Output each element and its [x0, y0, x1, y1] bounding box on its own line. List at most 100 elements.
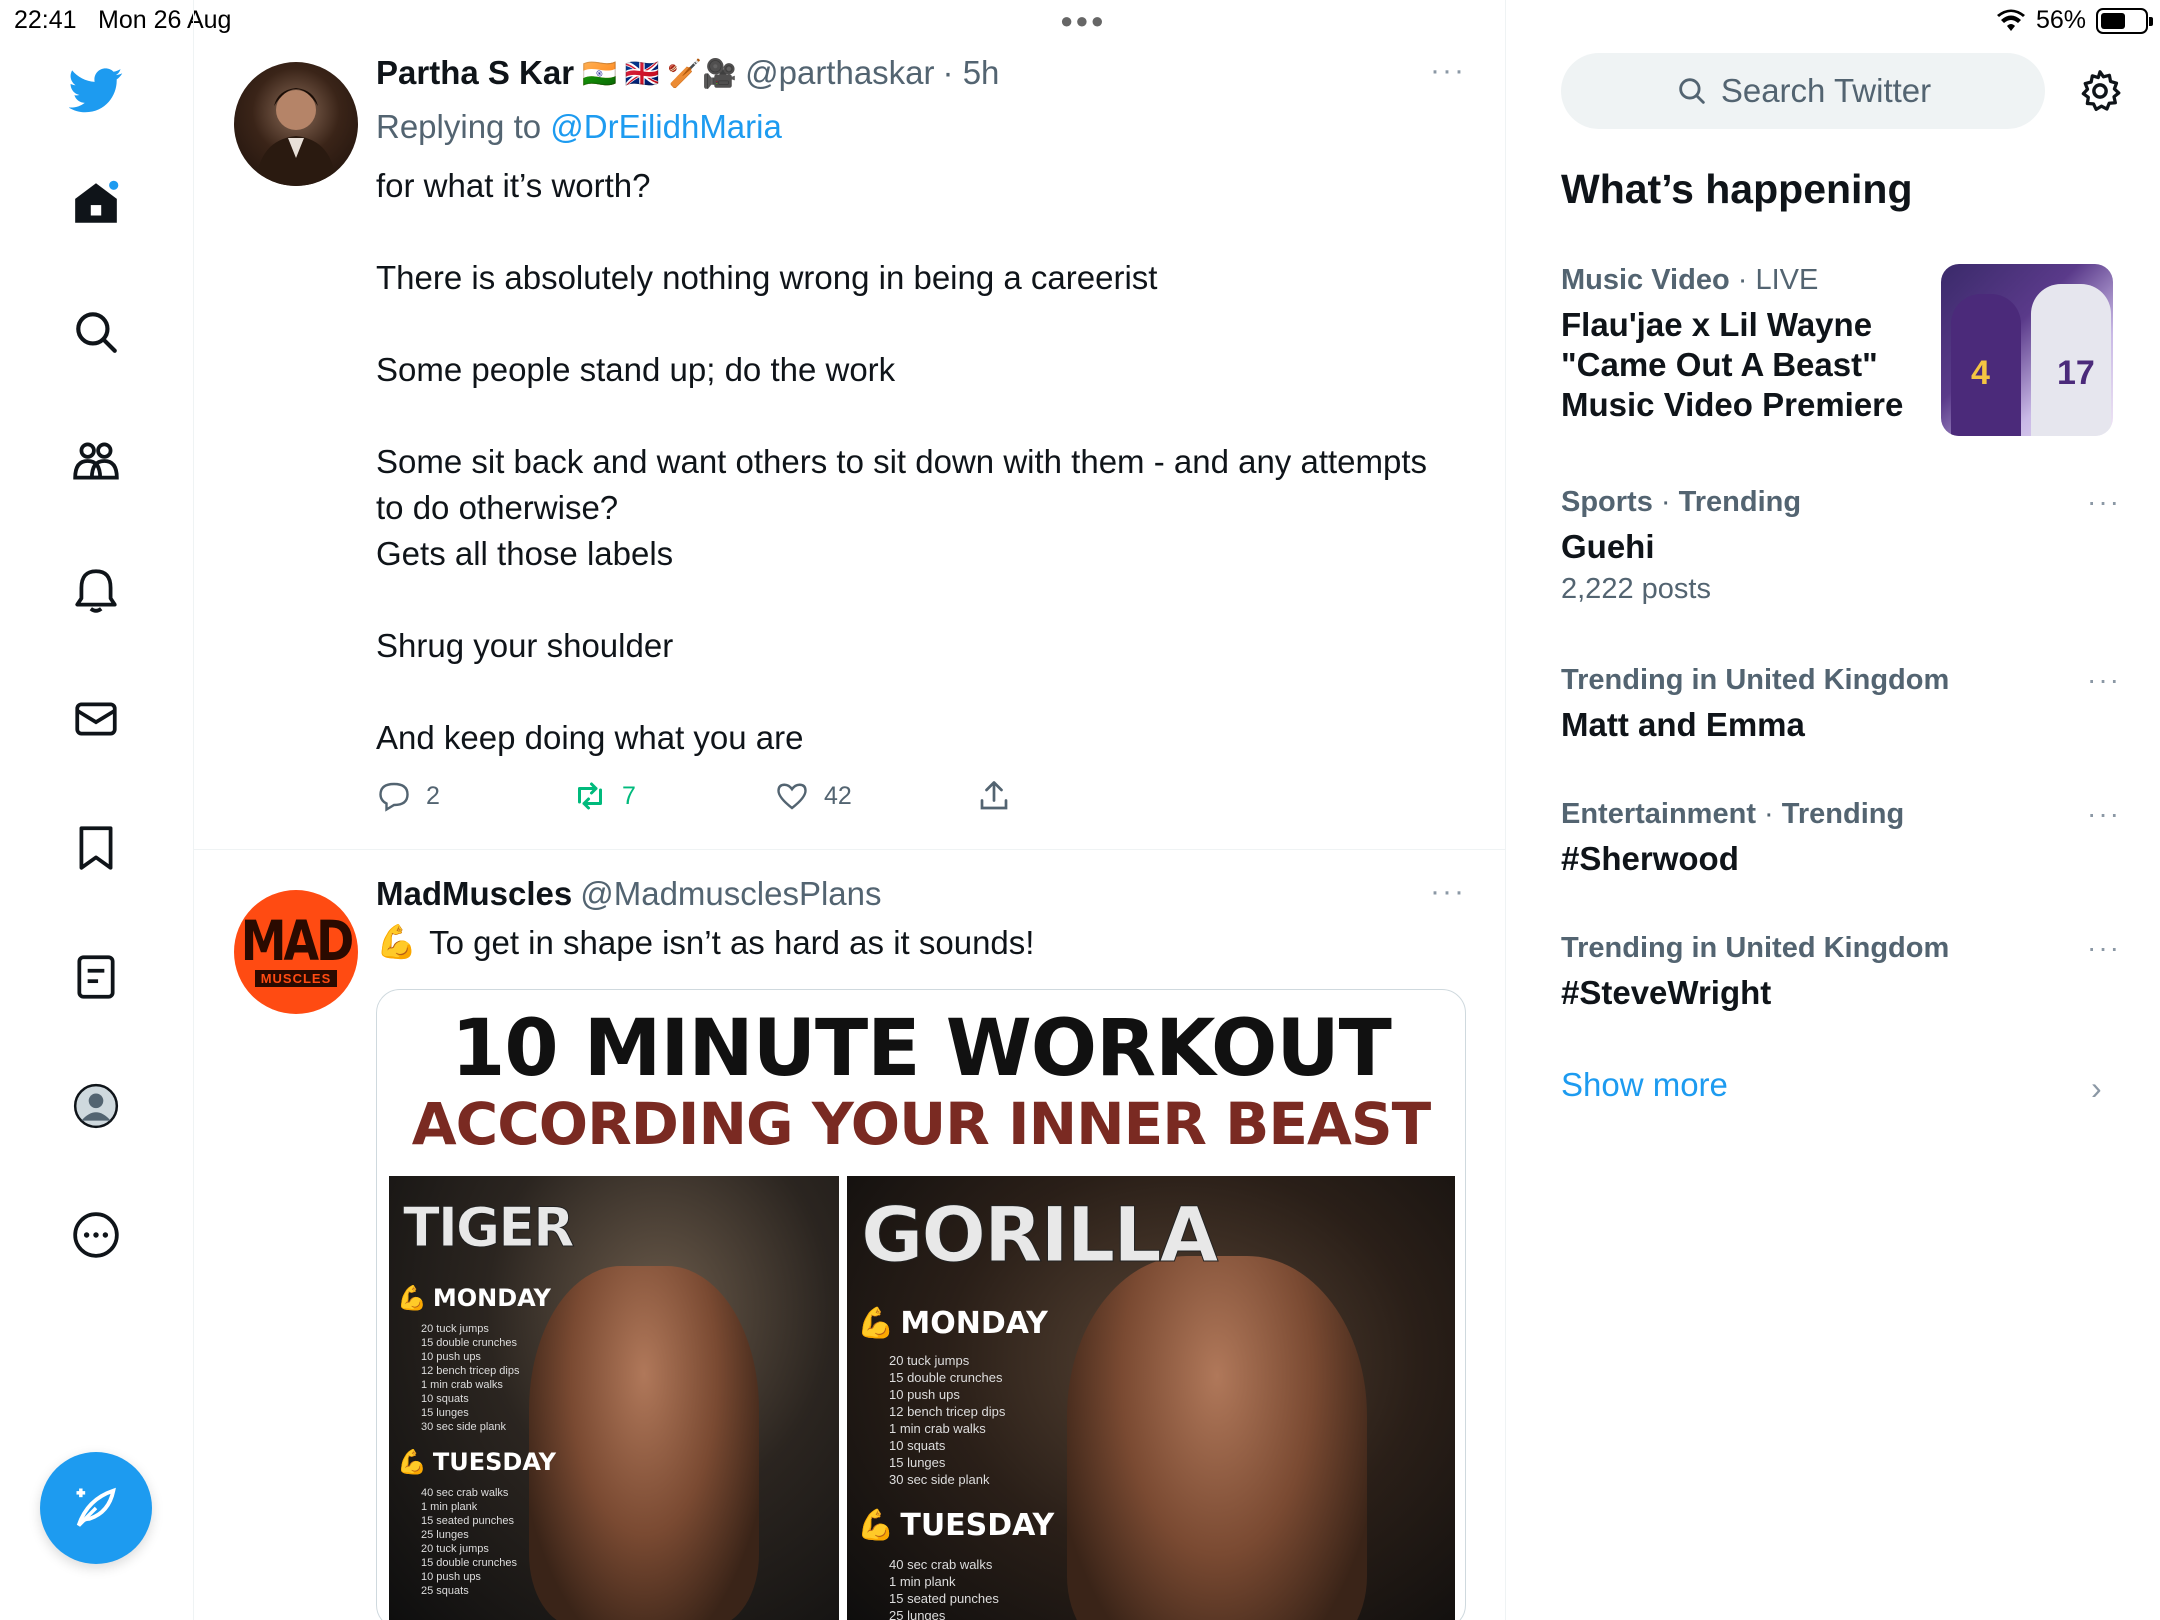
lists-icon[interactable]: [63, 944, 129, 1010]
author-flags: 🇮🇳 🇬🇧 🏏🎥: [582, 57, 738, 89]
trend-more-button[interactable]: ···: [2087, 486, 2121, 518]
search-input[interactable]: Search Twitter: [1561, 53, 2045, 129]
retweet-button[interactable]: 7: [572, 778, 636, 814]
trend-category: Trending in United Kingdom: [1561, 932, 1950, 964]
tweet-header: MadMuscles @MadmusclesPlans: [376, 875, 882, 913]
tweet-paragraph: There is absolutely nothing wrong in bei…: [376, 259, 1158, 296]
like-button[interactable]: 42: [774, 778, 852, 814]
exercise-item: 1 min plank: [889, 1574, 956, 1589]
show-more-link[interactable]: Show more: [1561, 1066, 1728, 1104]
tweet[interactable]: Partha S Kar 🇮🇳 🇬🇧 🏏🎥 @parthaskar · 5h ·…: [194, 40, 1505, 850]
trend-category: Sports: [1561, 486, 1653, 518]
exercise-item: 15 double crunches: [421, 1557, 518, 1569]
exercise-item: 15 double crunches: [889, 1370, 1003, 1385]
exercise-item: 20 tuck jumps: [421, 1323, 489, 1335]
tweet-media-image[interactable]: 10 MINUTE WORKOUT ACCORDING YOUR INNER B…: [376, 989, 1466, 1620]
replying-to: Replying to @DrEilidhMaria: [376, 108, 782, 146]
messages-envelope-icon[interactable]: [63, 686, 129, 752]
trend-item[interactable]: Trending in United Kingdom Matt and Emma…: [1561, 664, 2121, 745]
gorilla-panel: GORILLA 💪 MONDAY 20 tuck jumps 15 double …: [847, 1176, 1455, 1620]
exercise-item: 15 seated punches: [889, 1591, 999, 1606]
exercise-item: 10 push ups: [421, 1571, 481, 1583]
author-name[interactable]: MadMuscles: [376, 875, 572, 913]
tweet-text: for what it’s worth? There is absolutely…: [376, 163, 1436, 807]
search-icon[interactable]: [63, 299, 129, 365]
trend-more-button[interactable]: ···: [2087, 932, 2121, 964]
trend-name: Matt and Emma: [1561, 706, 1805, 743]
trend-item[interactable]: Entertainment · Trending #Sherwood ···: [1561, 798, 2121, 879]
trend-context: Trending: [1781, 798, 1905, 830]
exercise-item: 15 lunges: [421, 1407, 469, 1419]
exercise-list: 20 tuck jumps 15 double crunches 10 push…: [421, 1322, 519, 1434]
compose-feather-icon: [76, 1487, 116, 1527]
tweet-time[interactable]: · 5h: [943, 54, 1000, 92]
tiger-panel: TIGER 💪 MONDAY 20 tuck jumps 15 double cr…: [389, 1176, 839, 1620]
exercise-item: 15 seated punches: [421, 1515, 514, 1527]
tweet-more-button[interactable]: ···: [1430, 54, 1466, 88]
jersey-number: 17: [2057, 354, 2095, 392]
exercise-item: 10 push ups: [889, 1387, 960, 1402]
replying-to-link[interactable]: @DrEilidhMaria: [550, 108, 782, 145]
exercise-item: 1 min plank: [421, 1501, 478, 1513]
tweet-more-button[interactable]: ···: [1430, 875, 1466, 909]
trend-context: Trending: [1678, 486, 1802, 518]
trend-more-button[interactable]: ···: [2087, 664, 2121, 696]
share-button[interactable]: [976, 778, 1012, 814]
trend-separator: ·: [1729, 264, 1756, 296]
media-subheadline: ACCORDING YOUR INNER BEAST: [411, 1090, 1431, 1158]
profile-avatar-icon[interactable]: [63, 1073, 129, 1139]
trend-item[interactable]: Trending in United Kingdom #SteveWright …: [1561, 932, 2121, 1013]
trend-item[interactable]: Music Video · LIVE Flau'jae x Lil Wayne …: [1561, 264, 1941, 425]
tweet-text-content: To get in shape isn’t as hard as it soun…: [429, 923, 1035, 961]
tweet-paragraph: Shrug your shoulder: [376, 627, 674, 664]
bicep-icon: 💪: [397, 1448, 427, 1476]
home-icon[interactable]: [63, 170, 129, 236]
compose-tweet-button[interactable]: [40, 1452, 152, 1564]
replying-prefix: Replying to: [376, 108, 542, 145]
tweet[interactable]: MAD MUSCLES MadMuscles @MadmusclesPlans …: [194, 851, 1505, 1620]
jersey-number: 4: [1971, 354, 1990, 392]
tweet-header: Partha S Kar 🇮🇳 🇬🇧 🏏🎥 @parthaskar · 5h: [376, 54, 999, 92]
trend-category: Entertainment: [1561, 798, 1756, 830]
timeline: Partha S Kar 🇮🇳 🇬🇧 🏏🎥 @parthaskar · 5h ·…: [194, 0, 1506, 1620]
author-name[interactable]: Partha S Kar: [376, 54, 574, 92]
tweet-paragraph: And keep doing what you are: [376, 719, 804, 756]
reply-button[interactable]: 2: [376, 778, 440, 814]
author-handle[interactable]: @MadmusclesPlans: [580, 875, 881, 913]
notifications-bell-icon[interactable]: [63, 557, 129, 623]
trend-more-button[interactable]: ···: [2087, 798, 2121, 830]
like-count: 42: [824, 781, 852, 810]
exercise-list: 20 tuck jumps 15 double crunches 10 push…: [889, 1352, 1005, 1488]
trend-meta: Trending in United Kingdom: [1561, 664, 2121, 697]
more-options-icon[interactable]: [63, 1202, 129, 1268]
trend-name: #SteveWright: [1561, 974, 1772, 1011]
whats-happening-title: What’s happening: [1561, 166, 1913, 212]
exercise-list: 40 sec crab walks 1 min plank 15 seated …: [889, 1556, 999, 1620]
reply-count: 2: [426, 781, 440, 810]
trend-meta: Sports · Trending: [1561, 486, 2121, 519]
trend-separator: ·: [1652, 486, 1679, 518]
trend-item[interactable]: Sports · Trending Guehi 2,222 posts ···: [1561, 486, 2121, 606]
trend-category: Trending in United Kingdom: [1561, 664, 1950, 696]
trend-name: Guehi: [1561, 528, 1655, 565]
bicep-icon: 💪: [857, 1508, 895, 1543]
trend-separator: ·: [1755, 798, 1782, 830]
author-handle[interactable]: @parthaskar: [745, 54, 934, 92]
trend-thumbnail[interactable]: 4 17: [1941, 264, 2113, 436]
exercise-item: 40 sec crab walks: [421, 1487, 509, 1499]
chevron-right-icon[interactable]: ›: [2091, 1070, 2102, 1107]
exercise-item: 20 tuck jumps: [421, 1543, 489, 1555]
exercise-item: 10 push ups: [421, 1351, 481, 1363]
bookmarks-icon[interactable]: [63, 815, 129, 881]
avatar-portrait: [256, 88, 336, 186]
avatar[interactable]: [234, 62, 358, 186]
bicep-icon: 💪: [857, 1306, 895, 1341]
twitter-logo-icon[interactable]: [63, 57, 129, 123]
settings-gear-icon[interactable]: [2077, 68, 2123, 114]
reply-icon: [379, 782, 409, 812]
communities-icon[interactable]: [63, 428, 129, 494]
heart-icon: [777, 783, 807, 810]
avatar[interactable]: MAD MUSCLES: [234, 890, 358, 1014]
exercise-list: 40 sec crab walks 1 min plank 15 seated …: [421, 1486, 517, 1598]
panel-day-label: TUESDAY: [432, 1448, 557, 1476]
